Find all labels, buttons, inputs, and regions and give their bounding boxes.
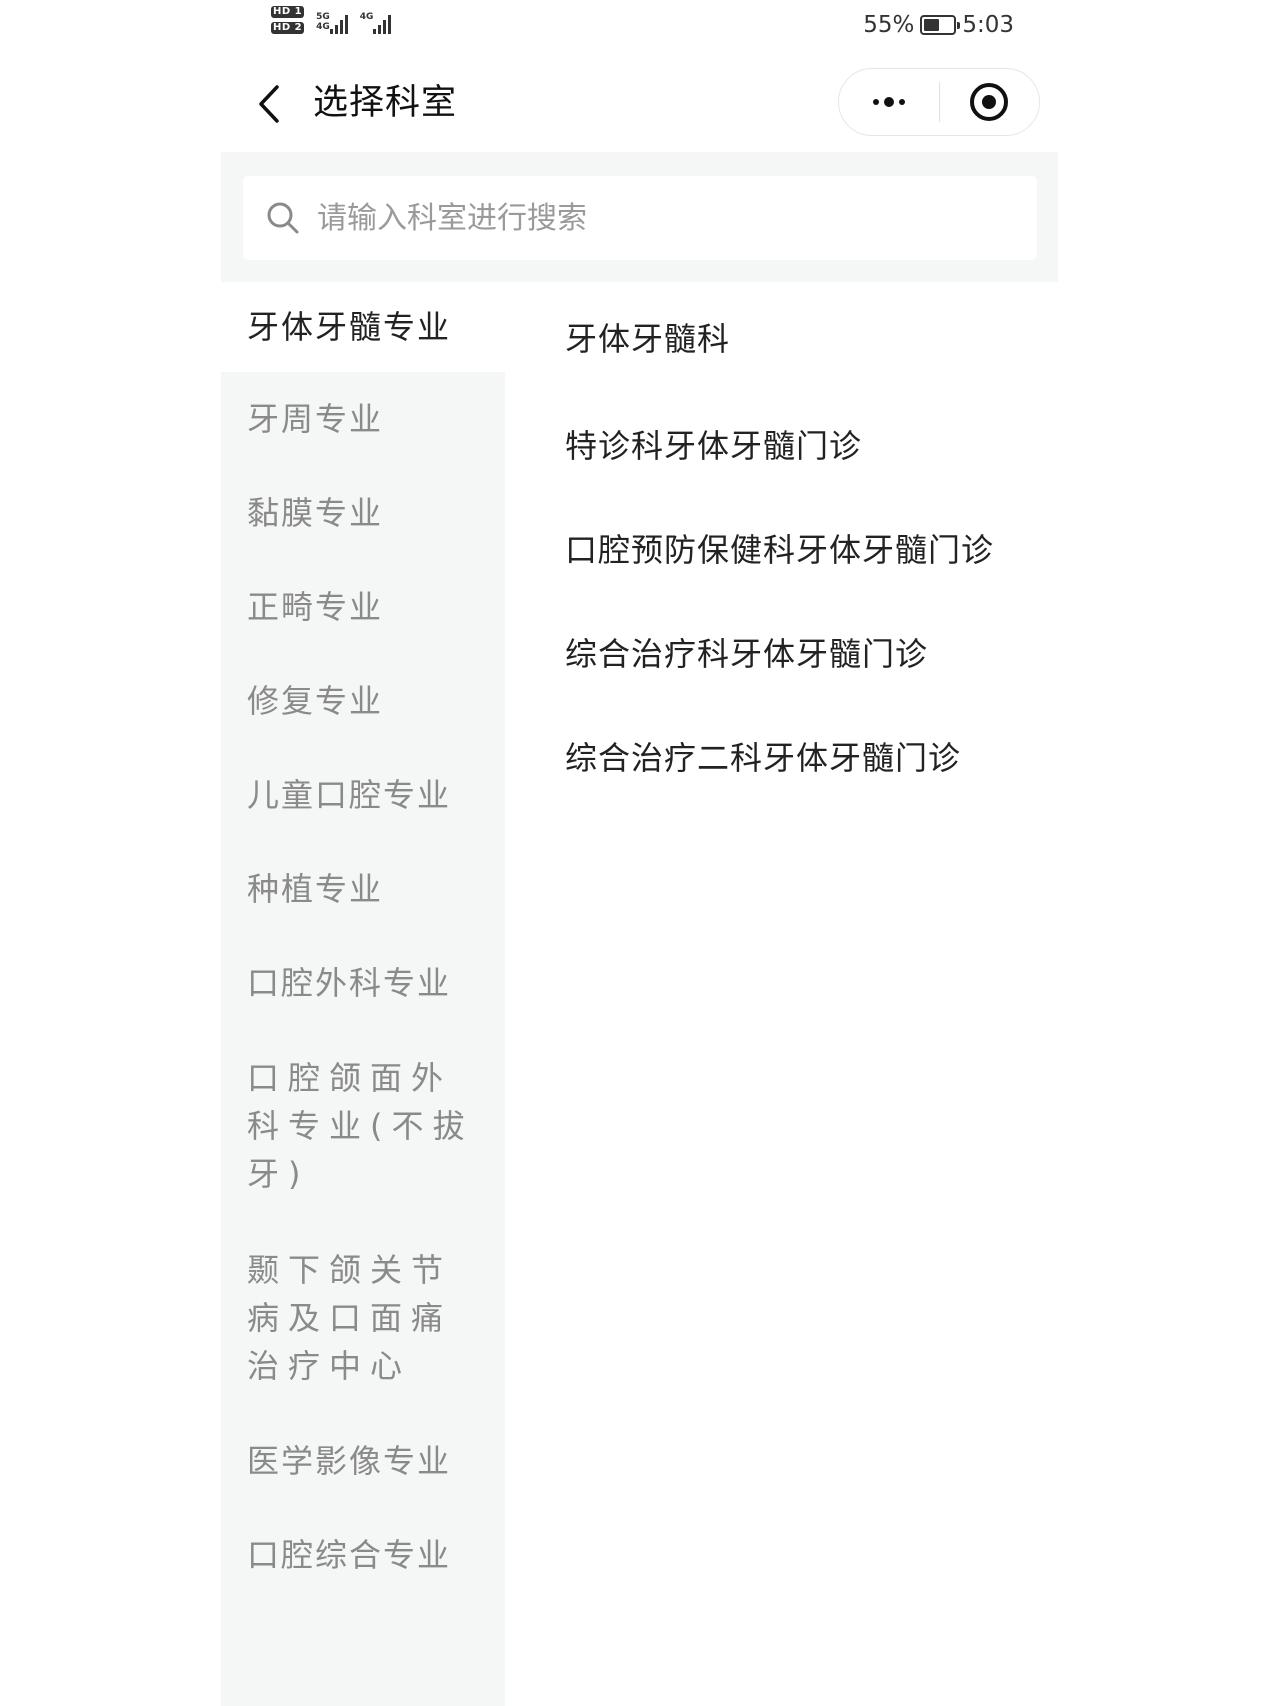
department-list: 牙体牙髓科 特诊科牙体牙髓门诊 口腔预防保健科牙体牙髓门诊 综合治疗科牙体牙髓门… xyxy=(505,282,1058,808)
department-item[interactable]: 特诊科牙体牙髓门诊 xyxy=(505,392,1058,496)
department-item[interactable]: 牙体牙髓科 xyxy=(505,282,1058,392)
category-item-pediatric[interactable]: 儿童口腔专业 xyxy=(221,748,505,842)
close-button[interactable] xyxy=(940,69,1040,135)
search-box[interactable] xyxy=(243,176,1037,260)
category-item-mucosa[interactable]: 黏膜专业 xyxy=(221,466,505,560)
mini-program-capsule xyxy=(838,68,1040,136)
signal-bars-icon xyxy=(373,14,392,34)
category-item-general[interactable]: 口腔综合专业 xyxy=(221,1508,505,1602)
category-list: 牙体牙髓专业 牙周专业 黏膜专业 正畸专业 修复专业 儿童口腔专业 种植专业 口… xyxy=(221,282,505,1706)
sim2-hd-badge: HD 2 xyxy=(271,22,305,34)
department-item[interactable]: 综合治疗科牙体牙髓门诊 xyxy=(505,600,1058,704)
category-item-oral-surgery[interactable]: 口腔外科专业 xyxy=(221,936,505,1030)
battery-fill xyxy=(924,19,940,31)
clock: 5:03 xyxy=(962,12,1014,38)
category-item-imaging[interactable]: 医学影像专业 xyxy=(221,1414,505,1508)
chevron-left-icon xyxy=(259,85,279,123)
battery-icon xyxy=(920,15,961,35)
category-item-prosthodontics[interactable]: 修复专业 xyxy=(221,654,505,748)
nav-bar: 选择科室 xyxy=(221,56,1058,152)
battery-percent: 55% xyxy=(863,12,915,38)
sim1-hd-badge: HD 1 xyxy=(271,6,305,18)
signal-2: 4G xyxy=(360,6,392,34)
phone-screen: HD 1 HD 2 5G 4G 4G 55% 5:03 选择科室 请输入科室进行… xyxy=(221,0,1058,1706)
search-icon xyxy=(263,198,303,238)
net1-sub-label: 4G xyxy=(316,22,330,32)
department-item[interactable]: 综合治疗二科牙体牙髓门诊 xyxy=(505,704,1058,808)
status-bar: HD 1 HD 2 5G 4G 4G 55% 5:03 xyxy=(221,0,1058,56)
back-button[interactable] xyxy=(249,82,289,126)
signal-bars-icon xyxy=(329,14,348,34)
target-circle-icon xyxy=(970,83,1009,121)
category-item-implant[interactable]: 种植专业 xyxy=(221,842,505,936)
page-title: 选择科室 xyxy=(313,83,458,123)
search-area xyxy=(221,152,1058,282)
category-item-orthodontics[interactable]: 正畸专业 xyxy=(221,560,505,654)
more-dots-icon xyxy=(872,97,905,107)
category-item-endodontics[interactable]: 牙体牙髓专业 xyxy=(221,282,505,372)
sim-indicators: HD 1 HD 2 5G 4G 4G xyxy=(271,6,392,34)
net1-label: 5G xyxy=(316,12,330,22)
department-item[interactable]: 口腔预防保健科牙体牙髓门诊 xyxy=(505,496,1058,600)
status-right: 55% 5:03 xyxy=(863,12,1014,38)
category-item-maxillofacial[interactable]: 口腔颌面外科专业(不拔牙) xyxy=(221,1030,505,1222)
more-button[interactable] xyxy=(839,69,939,135)
search-input[interactable] xyxy=(315,188,1015,248)
category-item-tmj-center[interactable]: 颞下颌关节病及口面痛治疗中心 xyxy=(221,1222,505,1414)
net2-label: 4G xyxy=(359,12,374,22)
category-item-periodontics[interactable]: 牙周专业 xyxy=(221,372,505,466)
signal-1: 5G 4G xyxy=(316,6,348,34)
